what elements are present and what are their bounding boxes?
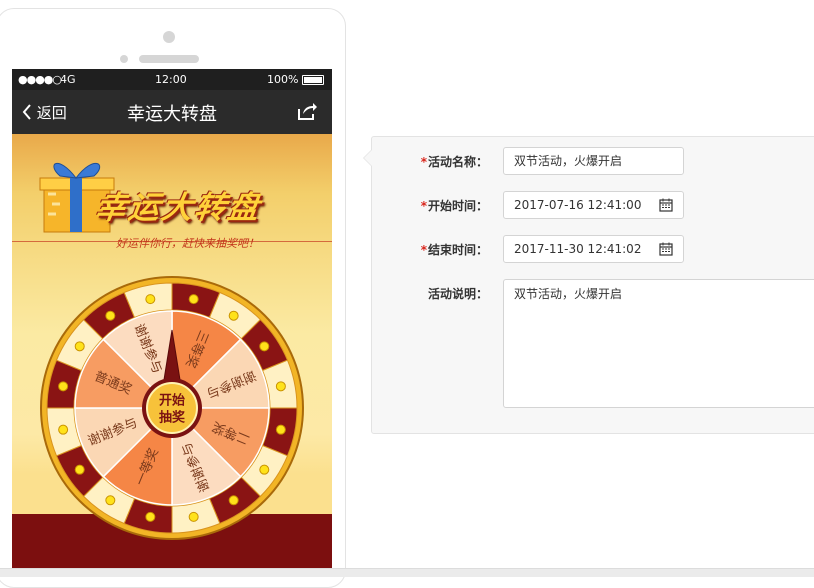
status-bar: ●●●●○ 4G 12:00 100% — [12, 69, 332, 90]
wheel-bulb — [145, 294, 156, 305]
prize-wheel: 三等奖谢谢参与二等奖谢谢参与一等奖谢谢参与普通奖谢谢参与开始抽奖 — [40, 276, 304, 540]
wheel-bulb — [74, 341, 85, 352]
wheel-bulb — [275, 424, 286, 435]
end-time-input[interactable]: 2017-11-30 12:41:02 — [503, 235, 684, 263]
share-icon — [298, 103, 317, 120]
description-label: 活动说明： — [427, 287, 488, 301]
wheel-bulb — [58, 381, 69, 392]
start-time-value: 2017-07-16 12:41:00 — [514, 198, 642, 212]
network-label: 4G — [60, 73, 76, 86]
wheel-bulb — [228, 310, 239, 321]
clock: 12:00 — [155, 73, 187, 86]
calendar-icon[interactable] — [659, 198, 673, 212]
wheel-bulb — [58, 424, 69, 435]
start-time-label: *开始时间： — [420, 199, 488, 213]
page-title: 幸运大转盘 — [127, 104, 217, 125]
start-label-line2: 抽奖 — [159, 410, 186, 426]
battery-percent: 100% — [267, 73, 299, 86]
signal-icon: ●●●●○ — [18, 73, 62, 86]
description-textarea[interactable]: 双节活动，火爆开启 — [503, 279, 814, 408]
wheel-bulb — [74, 464, 85, 475]
wheel-bulb — [188, 511, 199, 522]
start-label-line1: 开始 — [159, 393, 185, 409]
wheel-bulb — [145, 511, 156, 522]
wheel-bulb — [259, 464, 270, 475]
wheel-bulb — [228, 495, 239, 506]
wheel-bulb — [105, 495, 116, 506]
wheel-bulb — [105, 310, 116, 321]
activity-name-input[interactable]: 双节活动，火爆开启 — [503, 147, 684, 175]
wheel-bulb — [188, 294, 199, 305]
banner-logo: 幸运大转盘 — [92, 190, 264, 226]
share-button[interactable] — [296, 101, 318, 125]
speaker-slot — [139, 55, 199, 63]
wheel-bulb — [275, 381, 286, 392]
banner-slogan: 好运伴你行，赶快来抽奖吧！ — [116, 237, 259, 250]
sensor-dot — [120, 55, 128, 63]
start-time-input[interactable]: 2017-07-16 12:41:00 — [503, 191, 684, 219]
phone-screen: ●●●●○ 4G 12:00 100% 返回 幸运大转盘 幸运大转盘 好运伴你行… — [12, 69, 332, 576]
camera-dot — [163, 31, 175, 43]
nav-bar: 返回 幸运大转盘 — [12, 90, 332, 134]
battery-icon — [302, 75, 324, 85]
activity-form: *活动名称： 双节活动，火爆开启 *开始时间： 2017-07-16 12:41… — [363, 136, 814, 434]
end-time-label: *结束时间： — [420, 243, 488, 257]
name-label: *活动名称： — [420, 155, 488, 169]
wheel-bulb — [259, 341, 270, 352]
end-time-value: 2017-11-30 12:41:02 — [514, 242, 642, 256]
lottery-banner: 幸运大转盘 好运伴你行，赶快来抽奖吧！ 三等奖 谢谢参与 二等奖 谢谢参与 一等奖 谢谢参… — [12, 134, 332, 576]
calendar-icon[interactable] — [659, 242, 673, 256]
